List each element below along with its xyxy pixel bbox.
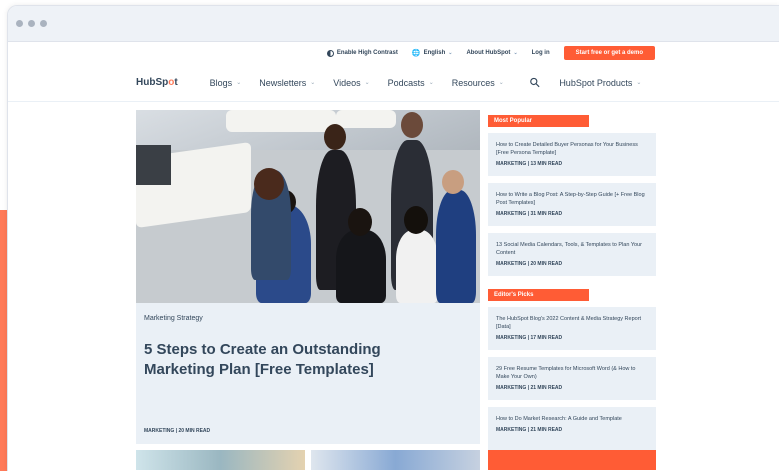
person	[396, 230, 438, 303]
article-thumbnails	[136, 450, 480, 470]
utility-bar: Enable High Contrast 🌐 English ⌄ About H…	[8, 42, 779, 64]
logo-text-suffix: t	[174, 77, 178, 88]
card-title: How to Do Market Research: A Guide and T…	[496, 416, 622, 422]
language-selector[interactable]: 🌐 English ⌄	[412, 49, 453, 57]
card-meta: MARKETING | 21 MIN READ	[496, 427, 563, 433]
chevron-down-icon: ⌄	[513, 50, 518, 56]
person	[254, 168, 284, 200]
nav-item-label: HubSpot Products	[559, 77, 633, 88]
search-icon[interactable]: ⚲	[526, 74, 543, 91]
card-meta: MARKETING | 21 MIN READ	[496, 385, 563, 391]
person	[436, 190, 476, 303]
hubspot-logo[interactable]: HubSpot	[136, 77, 178, 88]
logo-text-prefix: HubSp	[136, 77, 169, 88]
sidebar-card[interactable]: How to Create Detailed Buyer Personas fo…	[488, 133, 656, 176]
chevron-down-icon: ⌄	[498, 80, 504, 86]
card-title: How to Create Detailed Buyer Personas fo…	[496, 142, 638, 156]
featured-article-body: Marketing Strategy 5 Steps to Create an …	[136, 303, 480, 390]
card-meta: MARKETING | 13 MIN READ	[496, 161, 563, 167]
chevron-down-icon: ⌄	[364, 80, 370, 86]
nav-item-newsletters[interactable]: Newsletters ⌄	[259, 78, 315, 88]
office-desk	[226, 110, 336, 132]
card-title: 13 Social Media Calendars, Tools, & Temp…	[496, 242, 642, 256]
globe-icon: 🌐	[411, 50, 421, 57]
nav-item-label: Blogs	[209, 77, 233, 88]
card-title: 29 Free Resume Templates for Microsoft W…	[496, 366, 636, 380]
nav-item-label: Newsletters	[259, 77, 307, 88]
sidebar-card[interactable]: How to Do Market Research: A Guide and T…	[488, 407, 656, 450]
featured-article-image	[136, 110, 480, 303]
promo-banner[interactable]	[488, 450, 656, 470]
nav-item-blogs[interactable]: Blogs ⌄	[210, 78, 242, 88]
most-popular-label: Most Popular	[488, 115, 589, 127]
person	[348, 208, 372, 236]
window-dot-icon	[40, 20, 47, 27]
login-link[interactable]: Log in	[532, 50, 550, 56]
article-category[interactable]: Marketing Strategy	[144, 315, 472, 322]
about-menu[interactable]: About HubSpot ⌄	[466, 50, 517, 56]
article-meta: MARKETING | 20 MIN READ	[144, 428, 211, 434]
chevron-down-icon: ⌄	[636, 80, 642, 86]
office-desk	[336, 110, 396, 128]
article-thumbnail[interactable]	[311, 450, 480, 470]
nav-item-hubspot-products[interactable]: HubSpot Products ⌄	[559, 78, 641, 88]
person	[401, 112, 423, 138]
chevron-down-icon: ⌄	[448, 50, 453, 56]
sidebar-card[interactable]: The HubSpot Blog's 2022 Content & Media …	[488, 307, 656, 350]
card-meta: MARKETING | 31 MIN READ	[496, 211, 563, 217]
sidebar: Most Popular How to Create Detailed Buye…	[488, 109, 656, 457]
about-label: About HubSpot	[466, 50, 511, 56]
person	[404, 206, 428, 234]
nav-item-resources[interactable]: Resources ⌄	[452, 78, 504, 88]
nav-item-label: Videos	[333, 77, 361, 88]
high-contrast-toggle[interactable]: Enable High Contrast	[326, 49, 398, 57]
card-meta: MARKETING | 20 MIN READ	[496, 261, 563, 267]
chevron-down-icon: ⌄	[428, 80, 434, 86]
chevron-down-icon: ⌄	[236, 80, 242, 86]
chevron-down-icon: ⌄	[310, 80, 316, 86]
featured-article[interactable]: Marketing Strategy 5 Steps to Create an …	[136, 110, 480, 444]
card-meta: MARKETING | 17 MIN READ	[496, 335, 563, 341]
nav-item-label: Resources	[451, 77, 495, 88]
window-dot-icon	[28, 20, 35, 27]
card-title: How to Write a Blog Post: A Step-by-Step…	[496, 192, 645, 206]
browser-window: Enable High Contrast 🌐 English ⌄ About H…	[7, 5, 779, 471]
contrast-icon	[326, 49, 334, 57]
person	[324, 124, 346, 150]
nav-item-podcasts[interactable]: Podcasts ⌄	[388, 78, 434, 88]
high-contrast-label: Enable High Contrast	[336, 50, 398, 56]
sidebar-card[interactable]: 29 Free Resume Templates for Microsoft W…	[488, 357, 656, 400]
featured-article-title[interactable]: 5 Steps to Create an Outstanding Marketi…	[144, 340, 414, 380]
start-free-button[interactable]: Start free or get a demo	[563, 46, 655, 60]
card-title: The HubSpot Blog's 2022 Content & Media …	[496, 316, 642, 330]
sidebar-card[interactable]: How to Write a Blog Post: A Step-by-Step…	[488, 183, 656, 226]
main-nav: HubSpot Blogs ⌄ Newsletters ⌄ Videos ⌄ P…	[8, 64, 779, 102]
window-dot-icon	[16, 20, 23, 27]
nav-item-label: Podcasts	[387, 77, 425, 88]
person	[442, 170, 464, 194]
editors-picks-label: Editor's Picks	[488, 289, 589, 301]
article-thumbnail[interactable]	[136, 450, 305, 470]
monitor	[136, 145, 171, 185]
person	[336, 230, 386, 303]
sidebar-card[interactable]: 13 Social Media Calendars, Tools, & Temp…	[488, 233, 656, 276]
browser-chrome	[8, 6, 779, 42]
nav-item-videos[interactable]: Videos ⌄	[333, 78, 369, 88]
language-label: English	[423, 50, 446, 56]
